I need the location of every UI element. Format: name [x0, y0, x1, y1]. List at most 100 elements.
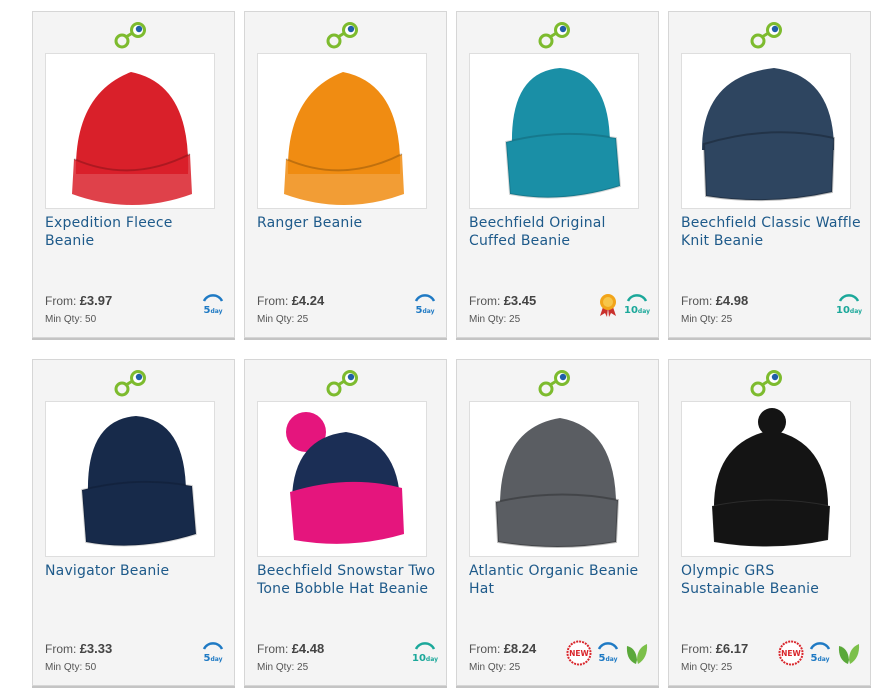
price-value: £8.24 — [503, 641, 537, 656]
price-value: £4.98 — [715, 293, 749, 308]
5day-delivery-icon: 5day — [597, 642, 619, 664]
min-qty: Min Qty: 50 — [45, 662, 97, 673]
min-qty: Min Qty: 25 — [681, 662, 733, 673]
svg-text:10day: 10day — [836, 305, 862, 316]
product-price: From: £4.24 — [257, 293, 324, 308]
link-eye-logo — [325, 369, 361, 399]
product-price: From: £4.98 — [681, 293, 748, 308]
product-image — [286, 412, 404, 544]
product-card[interactable]: Navigator Beanie From: £3.33 Min Qty: 50… — [32, 359, 235, 686]
link-eye-logo — [749, 369, 785, 399]
price-label: From: — [469, 294, 501, 308]
price-value: £3.45 — [503, 293, 537, 308]
product-title[interactable]: Atlantic Organic Beanie Hat — [469, 562, 649, 598]
svg-text:10day: 10day — [412, 653, 438, 664]
product-image — [72, 72, 192, 205]
product-image-frame[interactable] — [681, 53, 851, 209]
5day-delivery-icon: 5day — [202, 642, 224, 664]
product-image-frame[interactable] — [469, 53, 639, 209]
link-eye-icon — [326, 22, 358, 49]
product-card[interactable]: Ranger Beanie From: £4.24 Min Qty: 25 5d… — [244, 11, 447, 338]
product-image-frame[interactable] — [257, 401, 427, 557]
price-label: From: — [469, 642, 501, 656]
product-price: From: £3.97 — [45, 293, 112, 308]
link-eye-icon — [114, 370, 146, 397]
product-card[interactable]: Beechfield Original Cuffed Beanie From: … — [456, 11, 659, 338]
min-qty: Min Qty: 25 — [469, 314, 521, 325]
badges: 10day — [412, 638, 438, 666]
product-card[interactable]: Beechfield Classic Waffle Knit Beanie Fr… — [668, 11, 871, 338]
10day-delivery-icon: 10day — [412, 642, 438, 664]
new-icon: NEW — [566, 640, 592, 666]
product-price: From: £3.45 — [469, 293, 536, 308]
link-eye-logo — [113, 369, 149, 399]
svg-text:NEW: NEW — [781, 649, 801, 658]
5day-delivery-icon: 5day — [809, 642, 831, 664]
product-price: From: £6.17 — [681, 641, 748, 656]
link-eye-icon — [114, 22, 146, 49]
min-qty: Min Qty: 25 — [681, 314, 733, 325]
product-image — [702, 68, 836, 202]
badges: 10day — [836, 290, 862, 318]
product-card[interactable]: Atlantic Organic Beanie Hat From: £8.24 … — [456, 359, 659, 686]
product-card[interactable]: Olympic GRS Sustainable Beanie From: £6.… — [668, 359, 871, 686]
product-image-frame[interactable] — [45, 401, 215, 557]
product-title[interactable]: Beechfield Original Cuffed Beanie — [469, 214, 649, 250]
badges: NEW 5day — [778, 638, 862, 666]
product-title[interactable]: Beechfield Snowstar Two Tone Bobble Hat … — [257, 562, 437, 598]
link-eye-icon — [538, 370, 570, 397]
product-price: From: £3.33 — [45, 641, 112, 656]
price-value: £3.97 — [79, 293, 113, 308]
product-image-frame[interactable] — [257, 53, 427, 209]
svg-text:5day: 5day — [598, 653, 617, 664]
10day-delivery-icon: 10day — [836, 294, 862, 316]
award-icon — [600, 294, 616, 317]
link-eye-logo — [537, 21, 573, 51]
5day-delivery-icon: 5day — [202, 294, 224, 316]
eco-leaf-icon — [626, 644, 648, 664]
min-qty: Min Qty: 25 — [257, 314, 309, 325]
min-qty: Min Qty: 25 — [469, 662, 521, 673]
product-image — [284, 72, 404, 205]
product-image — [504, 68, 622, 199]
product-title[interactable]: Olympic GRS Sustainable Beanie — [681, 562, 861, 598]
product-title[interactable]: Navigator Beanie — [45, 562, 225, 580]
price-label: From: — [681, 294, 713, 308]
price-label: From: — [257, 294, 289, 308]
svg-text:5day: 5day — [203, 653, 222, 664]
price-label: From: — [45, 294, 77, 308]
price-label: From: — [681, 642, 713, 656]
product-image-frame[interactable] — [469, 401, 639, 557]
product-card[interactable]: Expedition Fleece Beanie From: £3.97 Min… — [32, 11, 235, 338]
product-title[interactable]: Ranger Beanie — [257, 214, 437, 232]
price-label: From: — [257, 642, 289, 656]
product-image — [711, 408, 831, 548]
min-qty: Min Qty: 50 — [45, 314, 97, 325]
5day-delivery-icon: 5day — [414, 294, 436, 316]
price-value: £4.24 — [291, 293, 325, 308]
link-eye-icon — [750, 370, 782, 397]
badges: 10day — [595, 290, 650, 318]
link-eye-icon — [326, 370, 358, 397]
link-eye-icon — [538, 22, 570, 49]
eco-leaf-icon — [838, 644, 860, 664]
product-image-frame[interactable] — [681, 401, 851, 557]
price-label: From: — [45, 642, 77, 656]
product-grid: Expedition Fleece Beanie From: £3.97 Min… — [0, 0, 890, 698]
svg-text:10day: 10day — [624, 305, 650, 316]
product-title[interactable]: Expedition Fleece Beanie — [45, 214, 225, 250]
badges: 5day — [200, 638, 226, 666]
svg-text:5day: 5day — [203, 305, 222, 316]
product-image — [80, 416, 198, 547]
product-card[interactable]: Beechfield Snowstar Two Tone Bobble Hat … — [244, 359, 447, 686]
svg-text:5day: 5day — [415, 305, 434, 316]
product-image-frame[interactable] — [45, 53, 215, 209]
price-value: £6.17 — [715, 641, 749, 656]
svg-text:5day: 5day — [810, 653, 829, 664]
link-eye-logo — [113, 21, 149, 51]
price-value: £4.48 — [291, 641, 325, 656]
price-value: £3.33 — [79, 641, 113, 656]
product-title[interactable]: Beechfield Classic Waffle Knit Beanie — [681, 214, 861, 250]
link-eye-icon — [750, 22, 782, 49]
link-eye-logo — [537, 369, 573, 399]
